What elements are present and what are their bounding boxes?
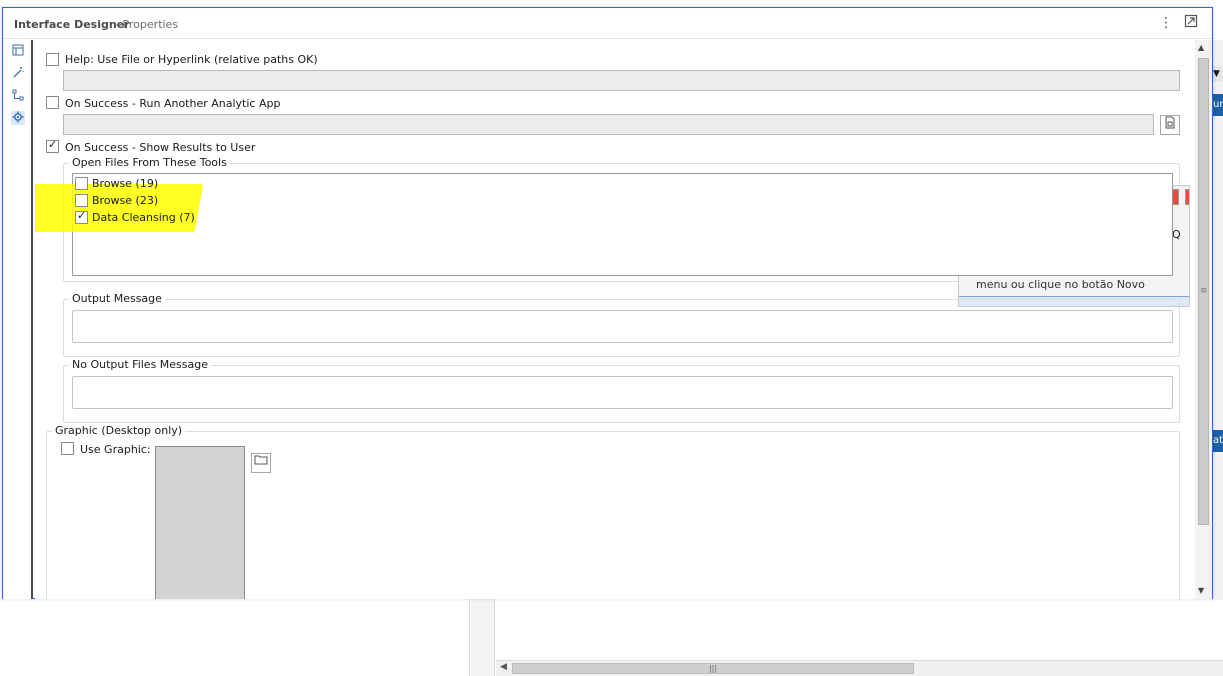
background-tab-bottom[interactable]: at bbox=[1212, 430, 1223, 452]
help-input[interactable] bbox=[63, 70, 1180, 91]
help-label: Help: Use File or Hyperlink (relative pa… bbox=[65, 53, 318, 66]
scroll-up-icon[interactable]: ▲ bbox=[1198, 43, 1204, 52]
restore-window-icon[interactable] bbox=[1183, 14, 1199, 32]
ghost-close-icon bbox=[1185, 189, 1189, 205]
tool-rail bbox=[3, 40, 33, 599]
run-app-checkbox[interactable] bbox=[46, 96, 59, 109]
tool-checkbox-data-cleansing-7[interactable] bbox=[75, 209, 88, 224]
output-message-title: Output Message bbox=[69, 292, 165, 305]
vertical-scrollbar[interactable]: ▲ ≡ ▼ bbox=[1195, 40, 1212, 599]
magic-wand-icon[interactable] bbox=[11, 66, 25, 80]
properties-panel: Interface Designer - Properties ⋮ Help: … bbox=[2, 7, 1213, 599]
output-message-input[interactable] bbox=[72, 310, 1173, 343]
panel-subtitle: - Properties bbox=[115, 18, 179, 31]
tool-label-browse-23: Browse (23) bbox=[92, 194, 159, 207]
ghost-text: menu ou clique no botão Novo bbox=[976, 278, 1145, 291]
background-left-pane bbox=[0, 598, 470, 676]
tree-view-icon[interactable] bbox=[11, 89, 25, 103]
folder-icon bbox=[254, 455, 268, 468]
highlight-marker bbox=[35, 184, 204, 232]
panel-title: Interface Designer bbox=[14, 18, 130, 31]
use-graphic-label: Use Graphic: bbox=[80, 443, 151, 456]
open-files-title: Open Files From These Tools bbox=[69, 156, 230, 169]
graphic-title: Graphic (Desktop only) bbox=[52, 424, 186, 437]
show-results-label: On Success - Show Results to User bbox=[65, 141, 256, 154]
more-options-icon[interactable]: ⋮ bbox=[1158, 14, 1174, 32]
properties-content: Help: Use File or Hyperlink (relative pa… bbox=[35, 40, 1197, 599]
tool-checkbox-browse-19[interactable] bbox=[75, 177, 88, 190]
layout-icon[interactable] bbox=[11, 44, 25, 58]
background-horizontal-scrollbar[interactable]: ◀ ||| bbox=[496, 660, 1223, 676]
graphic-folder-button[interactable] bbox=[251, 453, 271, 473]
gear-icon[interactable] bbox=[11, 111, 25, 125]
background-tab-top[interactable]: ur bbox=[1212, 94, 1223, 116]
run-app-label: On Success - Run Another Analytic App bbox=[65, 97, 281, 110]
open-files-list bbox=[72, 173, 1173, 276]
panel-header: Interface Designer - Properties ⋮ bbox=[3, 8, 1212, 39]
graphic-preview bbox=[155, 446, 245, 599]
no-output-message-title: No Output Files Message bbox=[69, 358, 212, 371]
run-app-input[interactable] bbox=[63, 114, 1154, 135]
scroll-grip-icon: ≡ bbox=[1200, 286, 1208, 296]
tool-label-data-cleansing-7: Data Cleansing (7) bbox=[92, 211, 195, 224]
background-splitter bbox=[471, 598, 495, 676]
scroll-left-icon[interactable]: ◀ bbox=[500, 662, 507, 672]
background-dropdown-arrow-icon: ▼ bbox=[1213, 66, 1223, 82]
use-graphic-checkbox[interactable] bbox=[61, 442, 74, 455]
tool-label-browse-19: Browse (19) bbox=[92, 177, 159, 190]
tool-checkbox-browse-23[interactable] bbox=[75, 194, 88, 207]
scrollbar-thumb[interactable]: ||| bbox=[512, 663, 914, 674]
scroll-down-icon[interactable]: ▼ bbox=[1198, 586, 1204, 595]
no-output-message-input[interactable] bbox=[72, 376, 1173, 409]
file-browse-button[interactable] bbox=[1160, 115, 1180, 135]
file-browse-icon bbox=[1164, 116, 1176, 132]
ghost-fragment: Q bbox=[1172, 228, 1181, 241]
help-checkbox[interactable] bbox=[46, 53, 59, 66]
show-results-checkbox[interactable] bbox=[46, 138, 59, 153]
